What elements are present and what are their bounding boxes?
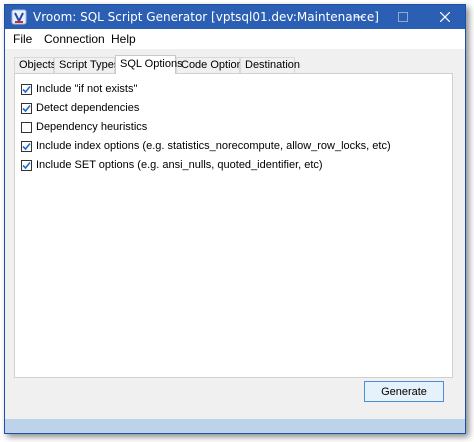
close-icon [440, 12, 450, 22]
checkbox[interactable] [21, 159, 32, 171]
option-detect-dependencies[interactable]: Detect dependencies [21, 100, 139, 116]
menu-connection[interactable]: Connection [44, 32, 105, 46]
option-include-set-options[interactable]: Include SET options (e.g. ansi_nulls, qu… [21, 157, 323, 173]
maximize-icon [398, 12, 408, 22]
main-content: Objects Script Types SQL Options Code Op… [5, 49, 465, 419]
option-label: Dependency heuristics [36, 121, 148, 133]
sql-options-panel: Include "if not exists" Detect dependenc… [14, 73, 453, 378]
generate-button[interactable]: Generate [364, 381, 444, 402]
option-label: Include index options (e.g. statistics_n… [36, 140, 391, 152]
minimize-button[interactable] [345, 5, 375, 29]
checkbox[interactable] [21, 102, 32, 114]
tab-objects[interactable]: Objects [14, 57, 56, 73]
checkmark-icon [22, 85, 31, 93]
option-label: Include SET options (e.g. ansi_nulls, qu… [36, 159, 323, 171]
checkbox[interactable] [21, 83, 32, 95]
close-button[interactable] [430, 5, 460, 29]
tab-code-options[interactable]: Code Options [176, 57, 248, 73]
option-include-index-options[interactable]: Include index options (e.g. statistics_n… [21, 138, 391, 154]
tab-script-types[interactable]: Script Types [54, 57, 119, 73]
checkmark-icon [22, 161, 31, 169]
status-strip [5, 419, 465, 433]
option-label: Detect dependencies [36, 102, 140, 114]
option-dependency-heuristics[interactable]: Dependency heuristics [21, 119, 147, 135]
menu-help[interactable]: Help [111, 32, 136, 46]
checkmark-icon [22, 142, 31, 150]
menu-file[interactable]: File [13, 32, 32, 46]
option-label: Include "if not exists" [36, 83, 138, 95]
option-include-if-not-exists[interactable]: Include "if not exists" [21, 81, 137, 97]
app-window: Vroom: SQL Script Generator [vptsql01.de… [4, 4, 466, 434]
checkmark-icon [22, 104, 31, 112]
maximize-button[interactable] [388, 5, 418, 29]
tab-destination[interactable]: Destination [240, 57, 300, 73]
minimize-icon [355, 16, 365, 18]
tab-sql-options[interactable]: SQL Options [115, 55, 183, 74]
title-bar[interactable]: Vroom: SQL Script Generator [vptsql01.de… [5, 5, 465, 29]
window-title: Vroom: SQL Script Generator [vptsql01.de… [33, 10, 379, 24]
app-icon [11, 9, 27, 25]
checkbox[interactable] [21, 140, 32, 152]
menu-bar: File Connection Help [5, 29, 465, 49]
checkbox[interactable] [21, 121, 32, 133]
